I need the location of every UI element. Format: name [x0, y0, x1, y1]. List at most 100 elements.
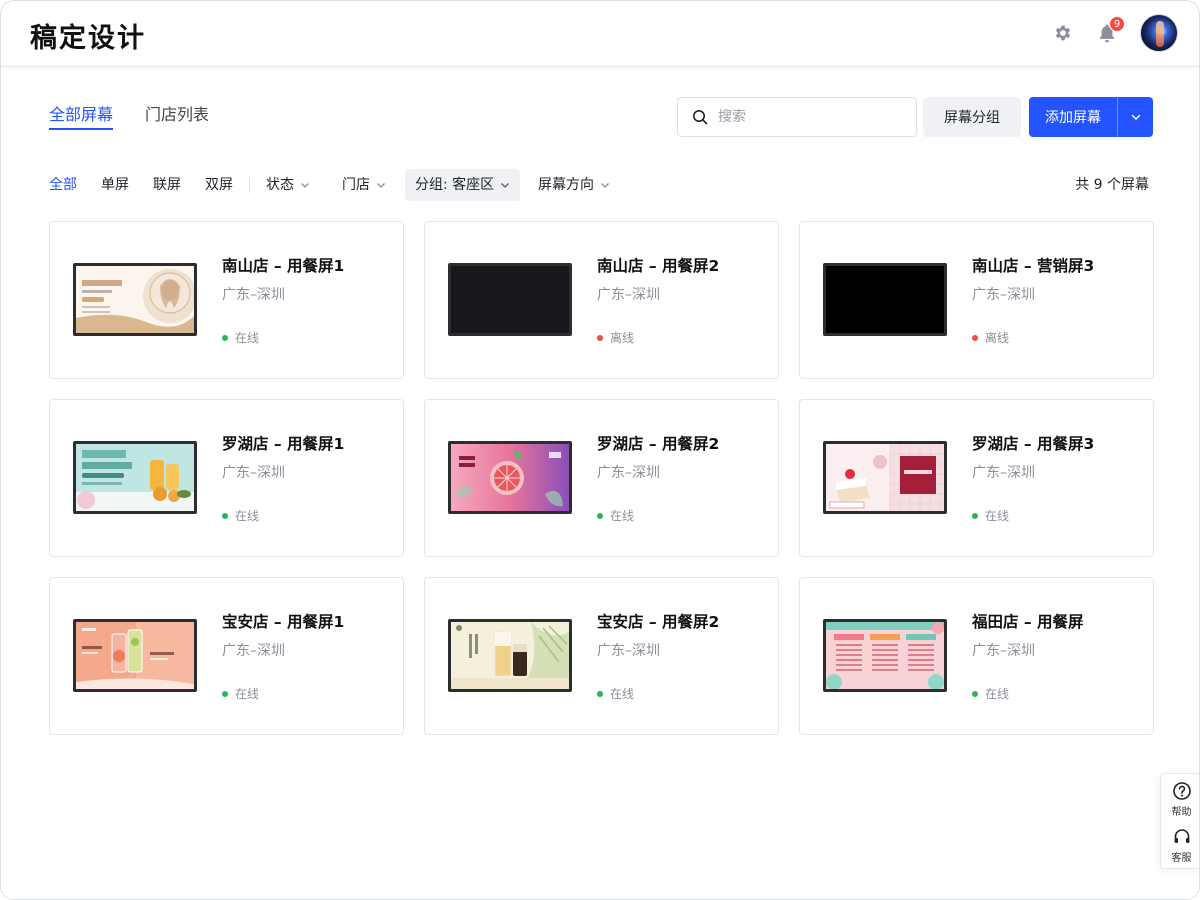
screen-status-label: 在线 — [610, 509, 635, 523]
top-header: 稿定设计 9 — [1, 1, 1199, 67]
screen-status: 在线 — [597, 507, 634, 524]
search-box[interactable] — [677, 97, 917, 137]
screen-status-label: 在线 — [235, 687, 260, 701]
screen-thumbnail — [73, 263, 197, 336]
filter-dual-screen[interactable]: 双屏 — [205, 169, 233, 201]
app-window: 稿定设计 9 全部屏幕 门店列表 屏幕分组 添加屏幕 — [0, 0, 1200, 900]
screen-count: 共 9 个屏幕 — [1075, 177, 1149, 193]
status-online-dot — [597, 690, 603, 697]
screen-group-button[interactable]: 屏幕分组 — [923, 97, 1021, 137]
filter-bar: 全部 单屏 联屏 双屏 状态 门店 分组: 客座区 屏幕方向 共 9 个屏幕 — [49, 169, 1153, 201]
screen-status-label: 在线 — [610, 687, 635, 701]
screen-title: 南山店 – 营销屏3 — [972, 257, 1095, 275]
screen-card[interactable]: 罗湖店 – 用餐屏3 广东–深圳 在线 — [799, 399, 1154, 557]
customer-service-button[interactable]: 客服 — [1161, 827, 1199, 864]
screen-title: 罗湖店 – 用餐屏2 — [597, 435, 720, 453]
chevron-down-icon — [301, 183, 309, 188]
screen-status-label: 离线 — [985, 331, 1010, 345]
filter-linked-screen[interactable]: 联屏 — [153, 169, 181, 201]
filter-group-dropdown[interactable]: 分组: 客座区 — [405, 169, 521, 201]
filter-group-label: 分组: 客座区 — [415, 177, 495, 193]
screen-location: 广东–深圳 — [972, 643, 1035, 659]
filter-divider — [249, 177, 250, 193]
screen-title: 南山店 – 用餐屏2 — [597, 257, 720, 275]
filter-single-screen[interactable]: 单屏 — [101, 169, 129, 201]
screen-card[interactable]: 宝安店 – 用餐屏2 广东–深圳 在线 — [424, 577, 779, 735]
screen-status-label: 在线 — [985, 687, 1010, 701]
filter-status-label: 状态 — [266, 177, 294, 193]
add-screen-button[interactable]: 添加屏幕 — [1029, 97, 1117, 137]
screen-title: 南山店 – 用餐屏1 — [222, 257, 345, 275]
status-online-dot — [222, 512, 228, 519]
screen-thumbnail — [823, 619, 947, 692]
screen-status-label: 在线 — [235, 331, 260, 345]
screen-card[interactable]: 南山店 – 营销屏3 广东–深圳 离线 — [799, 221, 1154, 379]
filter-orientation-label: 屏幕方向 — [538, 177, 594, 193]
screen-card[interactable]: 南山店 – 用餐屏2 广东–深圳 离线 — [424, 221, 779, 379]
notification-bell-icon[interactable]: 9 — [1095, 16, 1125, 45]
screen-location: 广东–深圳 — [222, 465, 285, 481]
screen-thumbnail — [73, 441, 197, 514]
add-screen-button-group: 添加屏幕 — [1029, 97, 1153, 137]
status-online-dot — [222, 690, 228, 697]
screen-status-label: 离线 — [610, 331, 635, 345]
active-tab-indicator — [49, 128, 113, 130]
screen-status-label: 在线 — [985, 509, 1010, 523]
screen-thumbnail — [73, 619, 197, 692]
screen-card[interactable]: 罗湖店 – 用餐屏1 广东–深圳 在线 — [49, 399, 404, 557]
add-screen-dropdown-button[interactable] — [1117, 97, 1153, 137]
filter-all[interactable]: 全部 — [49, 169, 77, 201]
chevron-down-icon — [601, 183, 609, 188]
screen-thumbnail — [448, 619, 572, 692]
status-online-dot — [222, 334, 228, 341]
help-circle-icon — [1172, 782, 1191, 800]
screen-status: 离线 — [972, 329, 1009, 346]
customer-service-label: 客服 — [1171, 853, 1192, 864]
screen-title: 罗湖店 – 用餐屏1 — [222, 435, 345, 453]
headset-icon — [1174, 829, 1189, 843]
screen-location: 广东–深圳 — [222, 287, 285, 303]
screen-status: 在线 — [972, 685, 1009, 702]
filter-status-dropdown[interactable]: 状态 — [266, 169, 310, 201]
screen-status-label: 在线 — [235, 509, 260, 523]
filter-store-dropdown[interactable]: 门店 — [342, 169, 386, 201]
screen-card[interactable]: 宝安店 – 用餐屏1 广东–深圳 在线 — [49, 577, 404, 735]
screen-status: 在线 — [972, 507, 1009, 524]
status-offline-dot — [597, 334, 603, 341]
screen-thumbnail — [448, 263, 572, 336]
screen-location: 广东–深圳 — [597, 287, 660, 303]
screen-card[interactable]: 南山店 – 用餐屏1 广东–深圳 在线 — [49, 221, 404, 379]
screen-status: 在线 — [222, 329, 259, 346]
filter-orientation-dropdown[interactable]: 屏幕方向 — [538, 169, 610, 201]
screen-status: 在线 — [222, 507, 259, 524]
screen-card[interactable]: 罗湖店 – 用餐屏2 广东–深圳 在线 — [424, 399, 779, 557]
user-avatar[interactable] — [1140, 14, 1178, 52]
screen-title: 宝安店 – 用餐屏2 — [597, 613, 720, 631]
settings-gear-icon[interactable] — [1051, 21, 1075, 45]
screen-status: 离线 — [597, 329, 634, 346]
status-online-dot — [972, 512, 978, 519]
screen-thumbnail — [823, 441, 947, 514]
search-input[interactable] — [718, 109, 898, 125]
tab-store-list[interactable]: 门店列表 — [145, 101, 209, 125]
status-offline-dot — [972, 334, 978, 341]
help-label: 帮助 — [1171, 807, 1192, 818]
screen-thumbnail — [823, 263, 947, 336]
floating-help-panel: 帮助 客服 — [1160, 773, 1199, 869]
screen-card[interactable]: 福田店 – 用餐屏 广东–深圳 在线 — [799, 577, 1154, 735]
chevron-down-icon — [1131, 114, 1140, 120]
screen-thumbnail — [448, 441, 572, 514]
screen-title: 福田店 – 用餐屏 — [972, 613, 1084, 631]
help-button[interactable]: 帮助 — [1161, 781, 1199, 818]
screen-location: 广东–深圳 — [972, 287, 1035, 303]
screen-location: 广东–深圳 — [597, 465, 660, 481]
status-online-dot — [972, 690, 978, 697]
app-logo[interactable]: 稿定设计 — [30, 16, 146, 55]
screen-location: 广东–深圳 — [222, 643, 285, 659]
screen-location: 广东–深圳 — [972, 465, 1035, 481]
chevron-down-icon — [377, 183, 385, 188]
search-icon — [693, 110, 708, 125]
tab-all-screens[interactable]: 全部屏幕 — [49, 101, 113, 125]
screen-title: 宝安店 – 用餐屏1 — [222, 613, 345, 631]
filter-store-label: 门店 — [342, 177, 370, 193]
